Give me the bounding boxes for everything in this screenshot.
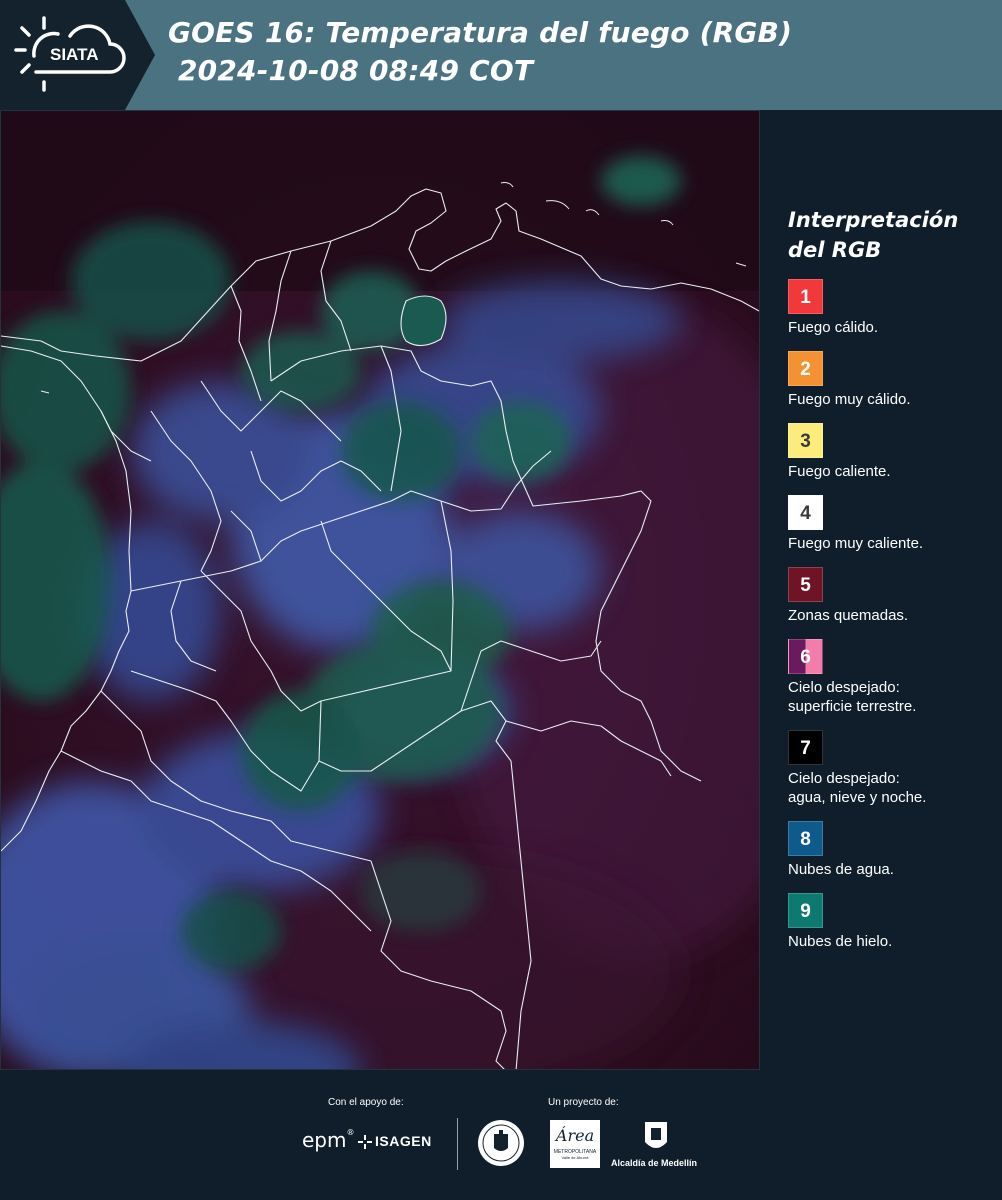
legend-swatch-number: 9 bbox=[800, 901, 811, 922]
legend-title-line-2: del RGB bbox=[788, 238, 882, 262]
legend-swatch-number: 7 bbox=[800, 738, 811, 759]
isagen-logo: ISAGEN bbox=[358, 1133, 432, 1150]
legend-item: 3 Fuego caliente. bbox=[788, 423, 993, 481]
medellin-shield bbox=[643, 1120, 669, 1161]
legend-item: 7 Cielo despejado: agua, nieve y noche. bbox=[788, 730, 993, 807]
university-seal bbox=[476, 1118, 526, 1173]
legend-item: 6 Cielo despejado: superficie terrestre. bbox=[788, 639, 993, 716]
legend-title-line-1: Interpretación bbox=[788, 208, 959, 232]
area-logo-name: Área bbox=[555, 1126, 595, 1145]
legend-swatch: 6 bbox=[788, 639, 823, 674]
legend-swatch-number: 2 bbox=[800, 359, 811, 380]
legend-swatch-number: 6 bbox=[800, 647, 811, 668]
legend-swatch: 4 bbox=[788, 495, 823, 530]
isagen-icon bbox=[358, 1135, 372, 1150]
legend-swatch: 1 bbox=[788, 279, 823, 314]
footer-divider bbox=[457, 1118, 458, 1170]
legend-label: Nubes de agua. bbox=[788, 861, 894, 878]
legend-swatch: 9 bbox=[788, 893, 823, 928]
page-title: GOES 16: Temperatura del fuego (RGB) 202… bbox=[168, 14, 792, 90]
legend-label: Fuego caliente. bbox=[788, 463, 891, 480]
legend-label: Fuego muy caliente. bbox=[788, 535, 924, 552]
legend-swatch-number: 3 bbox=[800, 431, 811, 452]
legend-items: 1 Fuego cálido. 2 Fuego muy cálido. 3 Fuego c… bbox=[788, 279, 993, 951]
legend-item: 9 Nubes de hielo. bbox=[788, 893, 993, 951]
legend-swatch-number: 1 bbox=[800, 287, 811, 308]
legend-label: Zonas quemadas. bbox=[788, 607, 909, 624]
legend-label: Nubes de hielo. bbox=[788, 933, 893, 950]
support-label: Con el apoyo de: bbox=[328, 1097, 404, 1108]
satellite-map-image bbox=[1, 111, 759, 1069]
header-bar: SIATA GOES 16: Temperatura del fuego (RG… bbox=[0, 0, 1002, 110]
logo-text: SIATA bbox=[50, 45, 98, 64]
satellite-map bbox=[0, 110, 760, 1070]
legend-swatch: 8 bbox=[788, 821, 823, 856]
title-line-1: GOES 16: Temperatura del fuego (RGB) bbox=[168, 16, 793, 49]
legend-swatch-number: 8 bbox=[800, 829, 811, 850]
legend-item: 2 Fuego muy cálido. bbox=[788, 351, 993, 409]
project-label: Un proyecto de: bbox=[548, 1097, 619, 1108]
legend-swatch-number: 4 bbox=[800, 503, 811, 524]
legend-item: 1 Fuego cálido. bbox=[788, 279, 993, 337]
title-line-2: 2024-10-08 08:49 COT bbox=[178, 54, 534, 87]
area-logo-sub2: Valle de Aburrá bbox=[561, 1155, 589, 1160]
legend-label: Cielo despejado: agua, nieve y noche. bbox=[788, 770, 927, 806]
legend-swatch: 2 bbox=[788, 351, 823, 386]
legend-item: 8 Nubes de agua. bbox=[788, 821, 993, 879]
legend-swatch: 5 bbox=[788, 567, 823, 602]
area-metropolitana-logo: Área METROPOLITANA Valle de Aburrá bbox=[550, 1120, 600, 1168]
legend-item: 5 Zonas quemadas. bbox=[788, 567, 993, 625]
legend-swatch-number: 5 bbox=[800, 575, 811, 596]
alcaldia-label: Alcaldía de Medellín bbox=[611, 1158, 698, 1168]
legend-swatch: 3 bbox=[788, 423, 823, 458]
legend-label: Fuego cálido. bbox=[788, 319, 879, 336]
legend-label: Cielo despejado: superficie terrestre. bbox=[788, 679, 917, 715]
rgb-legend: Interpretación del RGB 1 Fuego cálido. 2 Fu… bbox=[788, 205, 993, 965]
legend-label: Fuego muy cálido. bbox=[788, 391, 911, 408]
legend-item: 4 Fuego muy caliente. bbox=[788, 495, 993, 553]
epm-logo: epm® bbox=[302, 1128, 355, 1152]
epm-logo-text: epm bbox=[302, 1128, 347, 1152]
legend-swatch: 7 bbox=[788, 730, 823, 765]
legend-title: Interpretación del RGB bbox=[788, 205, 993, 265]
siata-logo: SIATA bbox=[14, 14, 129, 94]
isagen-logo-text: ISAGEN bbox=[375, 1133, 432, 1149]
